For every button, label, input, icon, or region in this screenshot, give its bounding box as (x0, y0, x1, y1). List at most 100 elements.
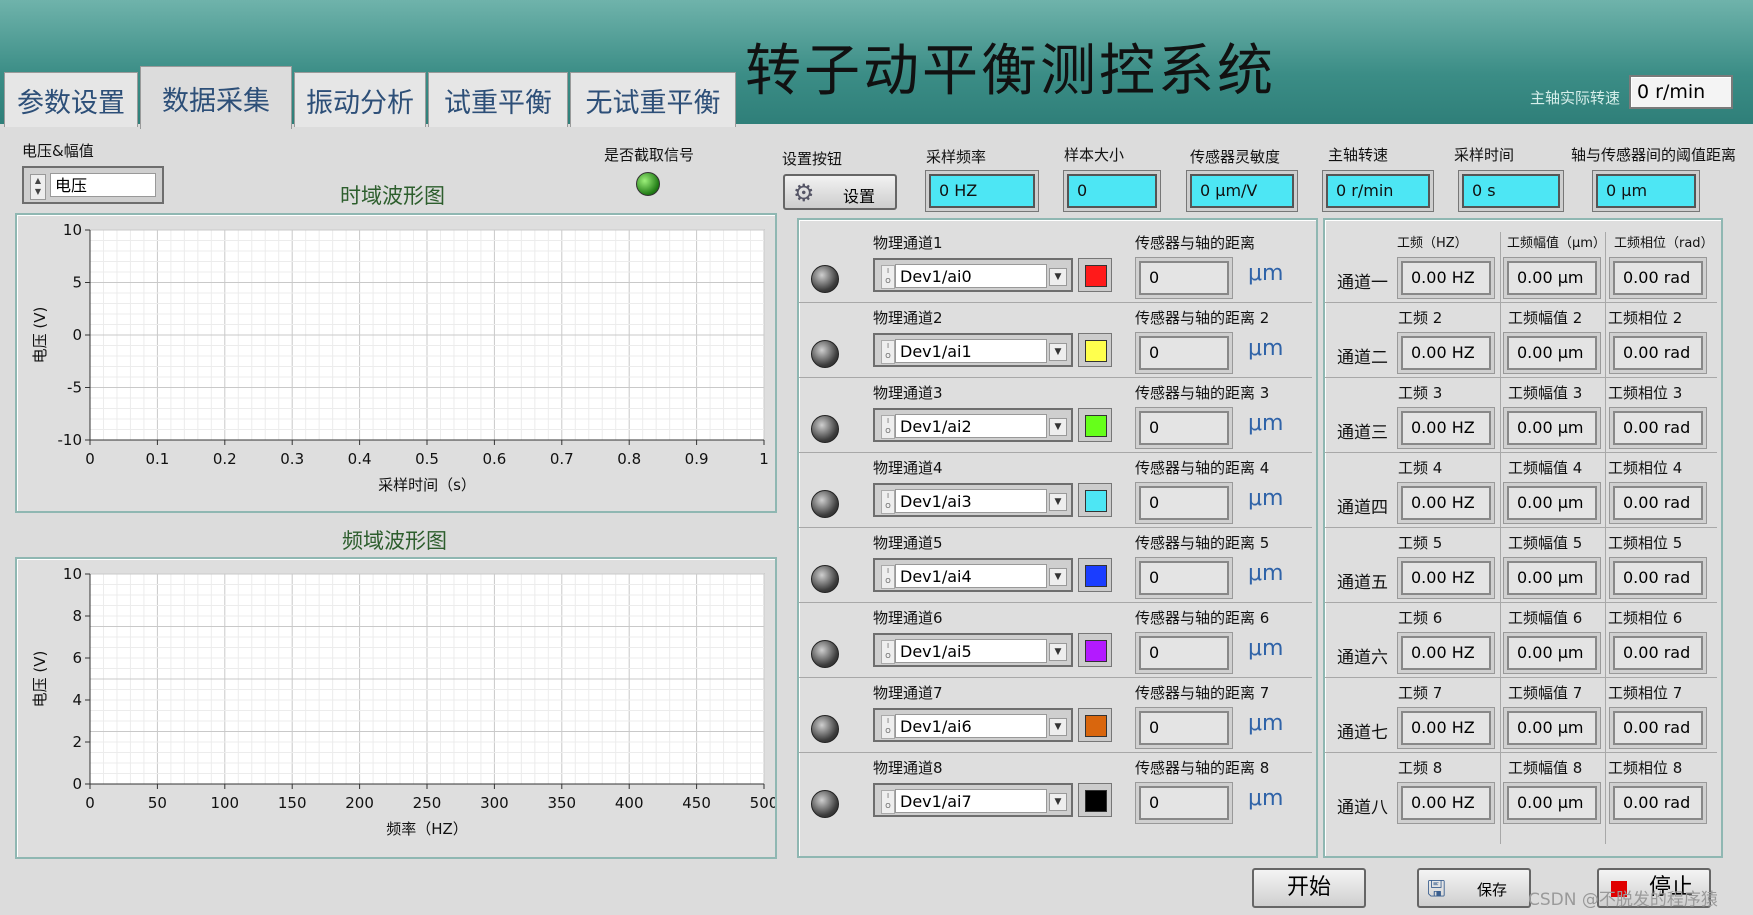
sample-size-field[interactable]: 0 (1067, 174, 1157, 208)
channel-led-icon[interactable] (811, 490, 839, 518)
physical-channel-select[interactable]: IO Dev1/ai4 ▼ (873, 558, 1073, 592)
sensor-distance-field[interactable]: 0 (1139, 486, 1229, 520)
freq-y-tick-label: 10 (63, 565, 82, 583)
chevron-down-icon[interactable]: ▼ (1049, 643, 1067, 661)
io-icon: IO (881, 415, 895, 439)
save-button[interactable]: 🖫 保存 (1417, 868, 1531, 908)
physical-channel-select[interactable]: IO Dev1/ai5 ▼ (873, 633, 1073, 667)
channel-led-icon[interactable] (811, 565, 839, 593)
physical-channel-label: 物理通道8 (873, 759, 943, 777)
physical-channel-select[interactable]: IO Dev1/ai0 ▼ (873, 258, 1073, 292)
save-button-text: 保存 (1477, 881, 1508, 899)
physical-channel-value: Dev1/ai1 (895, 339, 1047, 363)
channel-color-picker[interactable] (1078, 783, 1112, 817)
capture-signal-led-icon[interactable] (636, 172, 660, 196)
working-phase-label: 工频相位 2 (1608, 309, 1683, 327)
time-x-tick-label: 0.3 (280, 450, 304, 468)
channel-led-icon[interactable] (811, 415, 839, 443)
channel-led-icon[interactable] (811, 640, 839, 668)
tab-data-acquisition[interactable]: 数据采集 (140, 66, 292, 129)
sample-time-label: 采样时间 (1454, 146, 1515, 164)
working-phase-label: 工频相位 5 (1608, 534, 1683, 552)
time-y-tick-label: 0 (72, 326, 82, 344)
sensor-distance-field[interactable]: 0 (1139, 711, 1229, 745)
sample-rate-field[interactable]: 0 HZ (929, 174, 1035, 208)
save-icon: 🖫 (1427, 877, 1446, 902)
tab-vibration-analysis[interactable]: 振动分析 (294, 72, 426, 127)
freq-y-tick-label: 4 (72, 691, 82, 709)
physical-channel-select[interactable]: IO Dev1/ai7 ▼ (873, 783, 1073, 817)
physical-channel-select[interactable]: IO Dev1/ai2 ▼ (873, 408, 1073, 442)
channel-color-picker[interactable] (1078, 708, 1112, 742)
color-swatch (1085, 790, 1107, 812)
chevron-down-icon[interactable]: ▼ (1049, 568, 1067, 586)
time-x-tick-label: 0.1 (145, 450, 169, 468)
sensor-distance-field[interactable]: 0 (1139, 336, 1229, 370)
time-y-tick-label: -10 (58, 431, 83, 449)
sensor-distance-label: 传感器与轴的距离 4 (1135, 459, 1270, 477)
freq-y-tick-label: 6 (72, 649, 82, 667)
freq-x-tick-label: 50 (148, 794, 167, 812)
row-divider (799, 452, 1312, 453)
color-swatch (1085, 265, 1107, 287)
channel-color-picker[interactable] (1078, 408, 1112, 442)
sensor-distance-field[interactable]: 0 (1139, 261, 1229, 295)
chevron-down-icon[interactable]: ▼ (1049, 793, 1067, 811)
settings-button[interactable]: ⚙ 设置 (783, 174, 897, 210)
working-amp-indicator: 0.00 μm (1507, 336, 1597, 370)
threshold-distance-field[interactable]: 0 μm (1596, 174, 1696, 208)
time-domain-chart: 0 0.1 0.2 0.3 0.4 0.5 0.6 0.7 0.8 0.9 1 10 5 0 -5 -10 采样… (31, 221, 769, 494)
freq-y-axis-label: 电压 (V) (31, 651, 49, 708)
channel-led-icon[interactable] (811, 715, 839, 743)
working-amp-label: 工频幅值 8 (1508, 759, 1583, 777)
chevron-down-icon[interactable]: ▼ (1049, 493, 1067, 511)
spindle-speed-field[interactable]: 0 r/min (1326, 174, 1430, 208)
color-swatch (1085, 640, 1107, 662)
working-amp-label: 工频幅值（μm） (1507, 236, 1606, 251)
channel-color-picker[interactable] (1078, 258, 1112, 292)
sensor-distance-field[interactable]: 0 (1139, 786, 1229, 820)
working-freq-label: 工频 7 (1398, 684, 1443, 702)
working-amp-indicator: 0.00 μm (1507, 261, 1597, 295)
time-x-tick-label: 0.7 (550, 450, 574, 468)
distance-unit: μm (1248, 336, 1284, 361)
physical-channel-label: 物理通道7 (873, 684, 943, 702)
chevron-down-icon[interactable]: ▼ (1049, 268, 1067, 286)
row-divider (799, 302, 1312, 303)
row-divider (1325, 527, 1717, 528)
physical-channel-label: 物理通道4 (873, 459, 943, 477)
row-divider (799, 677, 1312, 678)
physical-channel-select[interactable]: IO Dev1/ai3 ▼ (873, 483, 1073, 517)
channel-led-icon[interactable] (811, 340, 839, 368)
working-phase-label: 工频相位 3 (1608, 384, 1683, 402)
chevron-down-icon[interactable]: ▼ (1049, 418, 1067, 436)
voltage-selector[interactable]: ▲ ▼ 电压 (22, 166, 164, 204)
channel-led-icon[interactable] (811, 265, 839, 293)
sensor-distance-field[interactable]: 0 (1139, 636, 1229, 670)
channel-color-picker[interactable] (1078, 558, 1112, 592)
channel-color-picker[interactable] (1078, 633, 1112, 667)
freq-x-tick-label: 500 (750, 794, 775, 812)
io-icon: IO (881, 265, 895, 289)
sensor-distance-field[interactable]: 0 (1139, 411, 1229, 445)
start-button[interactable]: 开始 (1252, 868, 1366, 908)
tab-trial-weight-balance[interactable]: 试重平衡 (428, 72, 568, 127)
physical-channel-select[interactable]: IO Dev1/ai6 ▼ (873, 708, 1073, 742)
row-divider (1325, 677, 1717, 678)
sensor-distance-field[interactable]: 0 (1139, 561, 1229, 595)
tab-params[interactable]: 参数设置 (4, 72, 138, 127)
sensor-sensitivity-field[interactable]: 0 μm/V (1190, 174, 1294, 208)
chevron-down-icon[interactable]: ▼ (1049, 718, 1067, 736)
sample-time-field[interactable]: 0 s (1462, 174, 1560, 208)
sensor-distance-label: 传感器与轴的距离 7 (1135, 684, 1270, 702)
channel-color-picker[interactable] (1078, 333, 1112, 367)
channel-led-icon[interactable] (811, 790, 839, 818)
spin-arrows-icon[interactable]: ▲ ▼ (30, 174, 46, 200)
tab-no-trial-weight-balance[interactable]: 无试重平衡 (570, 72, 736, 127)
physical-channel-label: 物理通道5 (873, 534, 943, 552)
working-freq-label: 工频 6 (1398, 609, 1443, 627)
channel-color-picker[interactable] (1078, 483, 1112, 517)
physical-channel-select[interactable]: IO Dev1/ai1 ▼ (873, 333, 1073, 367)
chevron-down-icon[interactable]: ▼ (1049, 343, 1067, 361)
time-x-tick-label: 0.9 (685, 450, 709, 468)
